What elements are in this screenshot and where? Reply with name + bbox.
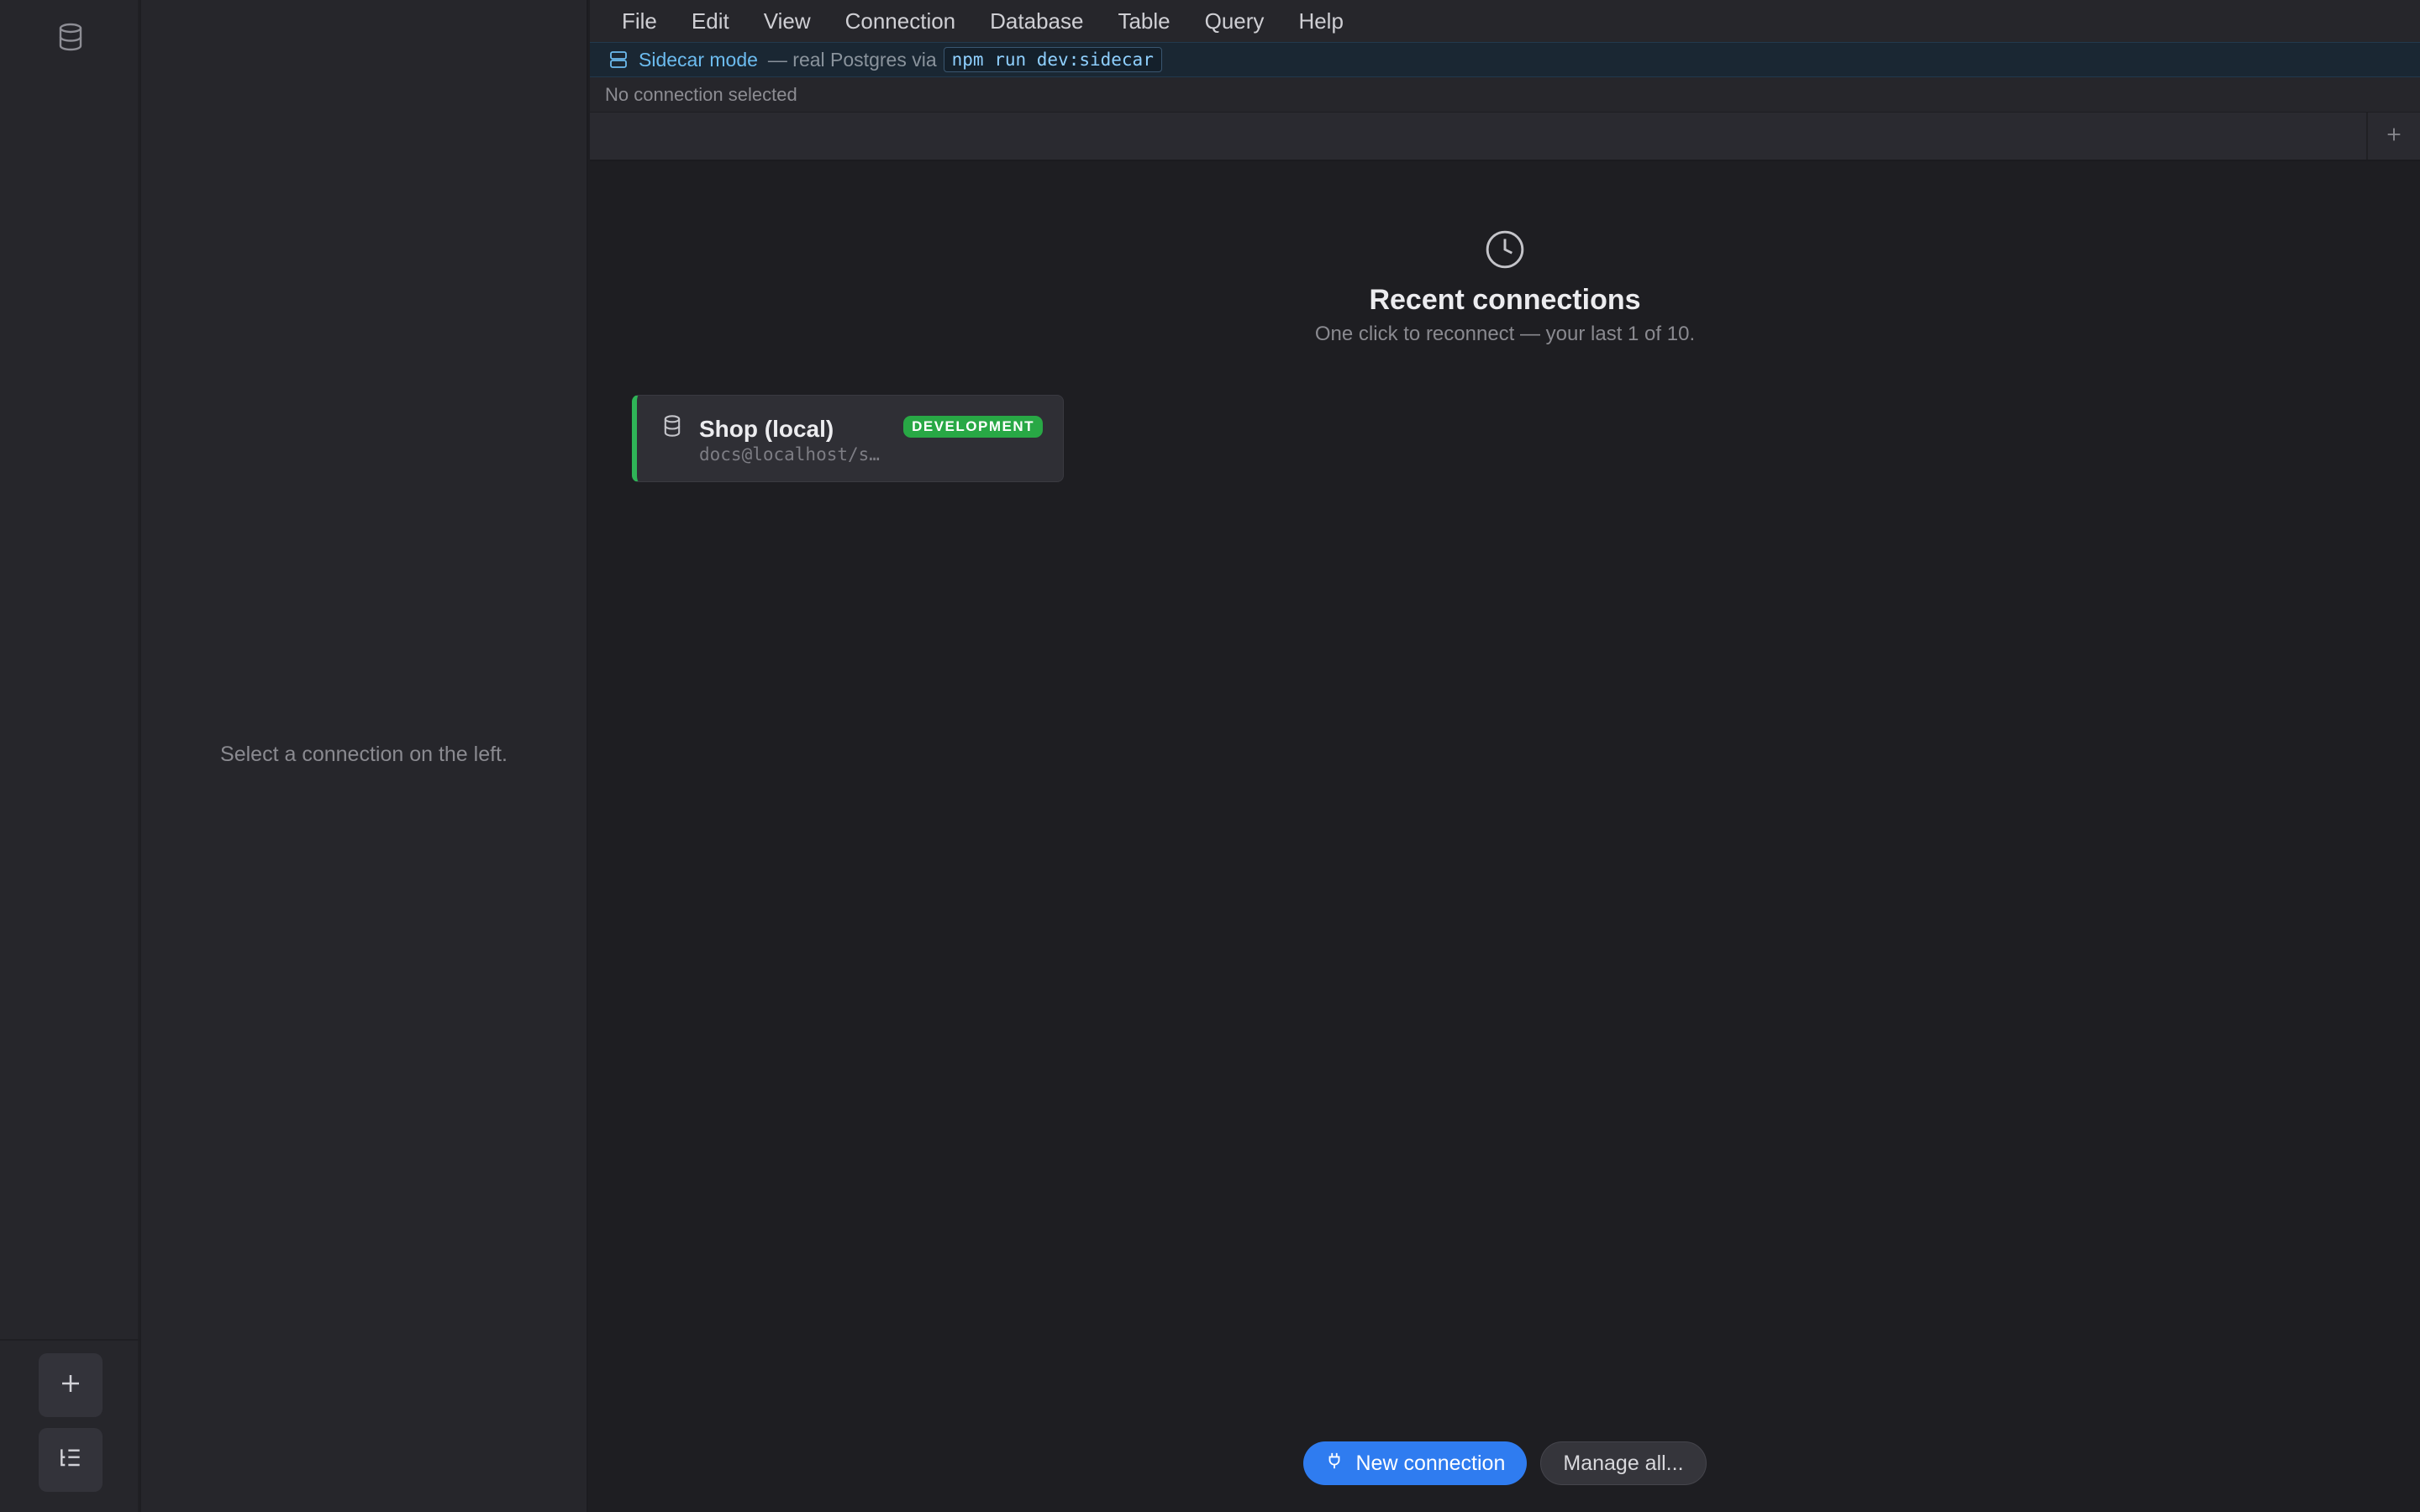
plus-icon (2385, 125, 2403, 148)
banner-command: npm run dev:sidecar (943, 47, 1162, 72)
menu-table[interactable]: Table (1118, 0, 1170, 42)
manage-all-button[interactable]: Manage all... (1540, 1441, 1707, 1485)
connection-status: No connection selected (590, 77, 2420, 113)
rail-divider (0, 1339, 139, 1341)
clock-icon (1484, 228, 1526, 270)
tree-view-button[interactable] (39, 1428, 103, 1492)
connection-name: Shop (local) (699, 416, 834, 442)
menu-database[interactable]: Database (990, 0, 1083, 42)
database-icon[interactable] (55, 22, 86, 52)
banner-title: Sidecar mode (639, 48, 758, 71)
plug-icon (1325, 1452, 1355, 1476)
recent-connection-card[interactable]: Shop (local) DEVELOPMENT docs@localhost/… (632, 395, 1064, 482)
icon-rail (0, 0, 139, 1512)
menu-connection[interactable]: Connection (845, 0, 956, 42)
connection-host: docs@localhost/s… (699, 444, 880, 465)
empty-state-text: Select a connection on the left. (220, 743, 508, 766)
menu-edit[interactable]: Edit (692, 0, 729, 42)
banner-text: — real Postgres via (767, 48, 937, 71)
server-icon (608, 50, 629, 70)
main-area: File Edit View Connection Database Table… (590, 0, 2420, 1512)
recent-subtitle: One click to reconnect — your last 1 of … (1314, 323, 1696, 345)
tab-bar (590, 113, 2420, 161)
new-connection-label: New connection (1355, 1451, 1506, 1475)
footer-actions: New connection Manage all... (590, 1441, 2420, 1485)
add-connection-button[interactable] (39, 1353, 103, 1417)
environment-badge: DEVELOPMENT (903, 416, 1043, 438)
new-tab-button[interactable] (2366, 113, 2420, 160)
plus-icon (58, 1371, 83, 1400)
connection-panel: Select a connection on the left. (141, 0, 588, 1512)
database-icon (660, 414, 684, 438)
menu-help[interactable]: Help (1298, 0, 1343, 42)
tree-list-icon (57, 1445, 84, 1476)
new-connection-button[interactable]: New connection (1303, 1441, 1528, 1485)
recent-title: Recent connections (1369, 284, 1641, 316)
sidecar-banner: Sidecar mode — real Postgres via npm run… (590, 42, 2420, 77)
menu-bar: File Edit View Connection Database Table… (590, 0, 2420, 42)
manage-all-label: Manage all... (1563, 1451, 1684, 1475)
menu-view[interactable]: View (764, 0, 811, 42)
menu-query[interactable]: Query (1205, 0, 1265, 42)
menu-file[interactable]: File (622, 0, 657, 42)
connection-status-text: No connection selected (605, 83, 797, 105)
